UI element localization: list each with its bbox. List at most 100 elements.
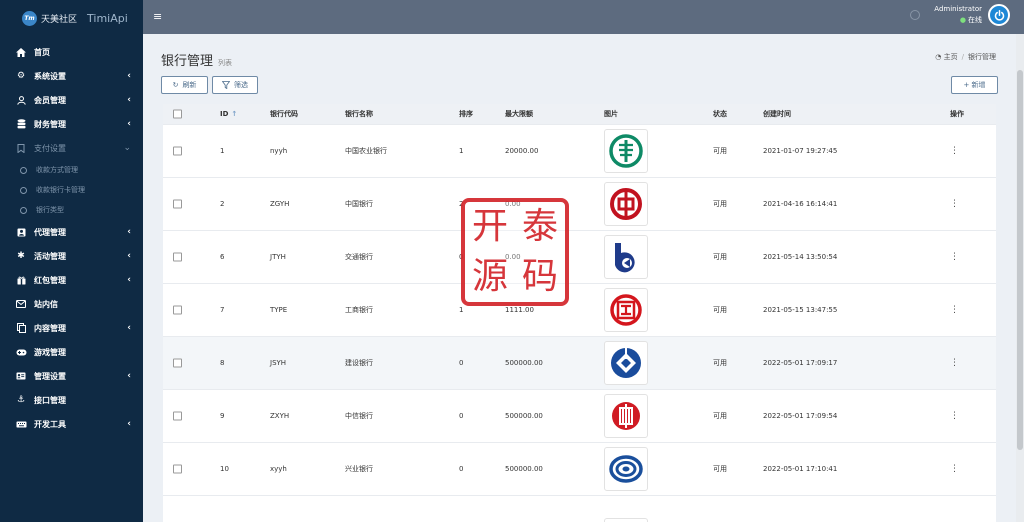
user-icon bbox=[15, 95, 27, 105]
column-header-status: 状态 bbox=[713, 110, 727, 118]
breadcrumb-home[interactable]: 主页 bbox=[944, 53, 958, 61]
sidebar-item-agent[interactable]: 代理管理 ‹ bbox=[0, 220, 143, 244]
cell-max: 500000.00 bbox=[505, 412, 543, 420]
user-status: ● 在线 bbox=[934, 15, 982, 26]
sidebar-item-finance[interactable]: 财务管理 ‹ bbox=[0, 112, 143, 136]
row-actions-icon[interactable]: ⋮ bbox=[950, 464, 959, 474]
sidebar-item-home[interactable]: 首页 bbox=[0, 40, 143, 64]
filter-button[interactable]: 筛选 bbox=[212, 76, 258, 94]
cell-id: 2 bbox=[220, 200, 225, 208]
column-header-image: 图片 bbox=[604, 110, 618, 118]
row-checkbox[interactable] bbox=[173, 146, 182, 156]
page-subtitle: 列表 bbox=[218, 59, 233, 67]
sidebar-subitem-bank-types[interactable]: 银行类型 bbox=[0, 200, 143, 220]
dashboard-icon: ◔ bbox=[935, 53, 942, 61]
sidebar-item-messages[interactable]: 站内信 bbox=[0, 292, 143, 316]
row-checkbox[interactable] bbox=[173, 252, 182, 262]
cell-max: 500000.00 bbox=[505, 359, 543, 367]
row-actions-icon[interactable]: ⋮ bbox=[950, 252, 959, 262]
bank-logo-image[interactable] bbox=[604, 129, 648, 173]
column-header-max: 最大限额 bbox=[505, 110, 533, 118]
row-actions-icon[interactable]: ⋮ bbox=[950, 358, 959, 368]
chevron-down-icon: ⌄ bbox=[123, 143, 131, 153]
header-label: ID bbox=[220, 110, 229, 118]
chevron-left-icon: ‹ bbox=[127, 227, 131, 237]
refresh-button[interactable]: ↻ 刷新 bbox=[161, 76, 208, 94]
chevron-left-icon: ‹ bbox=[127, 275, 131, 285]
watermark-char: 源 bbox=[471, 256, 508, 297]
row-actions-icon[interactable]: ⋮ bbox=[950, 305, 959, 315]
chevron-left-icon: ‹ bbox=[127, 419, 131, 429]
table-row: 9 ZXYH 中信银行 0 500000.00 可用 2022-05-01 17… bbox=[163, 389, 996, 442]
row-checkbox[interactable] bbox=[173, 464, 182, 474]
sidebar-item-admin-settings[interactable]: 管理设置 ‹ bbox=[0, 364, 143, 388]
sidebar-item-content[interactable]: 内容管理 ‹ bbox=[0, 316, 143, 340]
gift-icon bbox=[15, 276, 27, 285]
row-checkbox[interactable] bbox=[173, 358, 182, 368]
cell-sort: 0 bbox=[459, 465, 464, 473]
bank-logo-image[interactable] bbox=[604, 447, 648, 491]
sidebar-item-payment[interactable]: 支付设置 ⌄ bbox=[0, 136, 143, 160]
sidebar-item-devtools[interactable]: 开发工具 ‹ bbox=[0, 412, 143, 436]
cell-status: 可用 bbox=[713, 412, 727, 420]
sort-arrow-icon: ↑ bbox=[231, 110, 238, 118]
bank-logo-image[interactable] bbox=[604, 341, 648, 385]
boc-logo-icon bbox=[610, 188, 642, 220]
cell-time: 2022-05-01 17:09:17 bbox=[763, 359, 838, 367]
abc-logo-icon bbox=[609, 134, 643, 168]
cell-code: TYPE bbox=[270, 306, 288, 314]
cell-id: 6 bbox=[220, 253, 225, 261]
sidebar-item-members[interactable]: 会员管理 ‹ bbox=[0, 88, 143, 112]
circle-icon bbox=[20, 166, 27, 174]
menu-toggle-icon[interactable]: ≡ bbox=[153, 10, 162, 23]
row-actions-icon[interactable]: ⋮ bbox=[950, 411, 959, 421]
row-actions-icon[interactable]: ⋮ bbox=[950, 146, 959, 156]
cell-id: 10 bbox=[220, 465, 229, 473]
cell-time: 2021-05-15 13:47:55 bbox=[763, 306, 838, 314]
row-checkbox[interactable] bbox=[173, 411, 182, 421]
cell-code: xyyh bbox=[270, 465, 287, 473]
sidebar-item-label: 会员管理 bbox=[34, 95, 66, 105]
cell-id: 8 bbox=[220, 359, 225, 367]
bank-logo-image[interactable] bbox=[604, 235, 648, 279]
cell-status: 可用 bbox=[713, 465, 727, 473]
page-scrollbar[interactable] bbox=[1016, 34, 1024, 522]
brand-sub: TimiApi bbox=[87, 11, 128, 25]
sidebar-item-system[interactable]: ⚙ 系统设置 ‹ bbox=[0, 64, 143, 88]
table-row-partial bbox=[163, 495, 996, 522]
sidebar-item-label: 接口管理 bbox=[34, 395, 66, 405]
row-actions-icon[interactable]: ⋮ bbox=[950, 199, 959, 209]
bank-logo-image[interactable] bbox=[604, 394, 648, 438]
sidebar-subitem-bank-cards[interactable]: 收款银行卡管理 bbox=[0, 180, 143, 200]
scrollbar-thumb[interactable] bbox=[1017, 70, 1023, 450]
cell-id: 9 bbox=[220, 412, 225, 420]
circle-icon bbox=[20, 186, 27, 194]
bank-logo-image[interactable] bbox=[604, 182, 648, 226]
cell-status: 可用 bbox=[713, 306, 727, 314]
user-name: Administrator bbox=[934, 5, 982, 13]
column-header-name: 银行名称 bbox=[345, 110, 373, 118]
cell-max: 20000.00 bbox=[505, 147, 539, 155]
user-area[interactable]: Administrator ● 在线 bbox=[910, 4, 1010, 26]
sidebar-item-api[interactable]: ⚓ 接口管理 bbox=[0, 388, 143, 412]
row-checkbox[interactable] bbox=[173, 305, 182, 315]
breadcrumb: ◔ 主页 / 银行管理 bbox=[935, 52, 996, 62]
sidebar-item-games[interactable]: 游戏管理 bbox=[0, 340, 143, 364]
cell-sort: 0 bbox=[459, 359, 464, 367]
column-header-id[interactable]: ID ↑ bbox=[220, 110, 237, 118]
cell-status: 可用 bbox=[713, 147, 727, 155]
sidebar-item-redpacket[interactable]: 红包管理 ‹ bbox=[0, 268, 143, 292]
sidebar-item-activity[interactable]: ✱ 活动管理 ‹ bbox=[0, 244, 143, 268]
table-row: 1 nyyh 中国农业银行 1 20000.00 可用 2021-01-07 1… bbox=[163, 124, 996, 177]
bank-logo-image[interactable] bbox=[604, 288, 648, 332]
sidebar-subitem-payment-methods[interactable]: 收款方式管理 bbox=[0, 160, 143, 180]
cell-status: 可用 bbox=[713, 200, 727, 208]
cell-name: 中国农业银行 bbox=[345, 147, 387, 155]
power-button[interactable] bbox=[988, 4, 1010, 26]
add-button[interactable]: + 新增 bbox=[951, 76, 998, 94]
row-checkbox[interactable] bbox=[173, 199, 182, 209]
id-card-icon bbox=[15, 372, 27, 380]
brand[interactable]: Tm 天美社区 TimiApi bbox=[0, 0, 143, 36]
agent-icon bbox=[15, 228, 27, 237]
select-all-checkbox[interactable] bbox=[173, 109, 182, 119]
